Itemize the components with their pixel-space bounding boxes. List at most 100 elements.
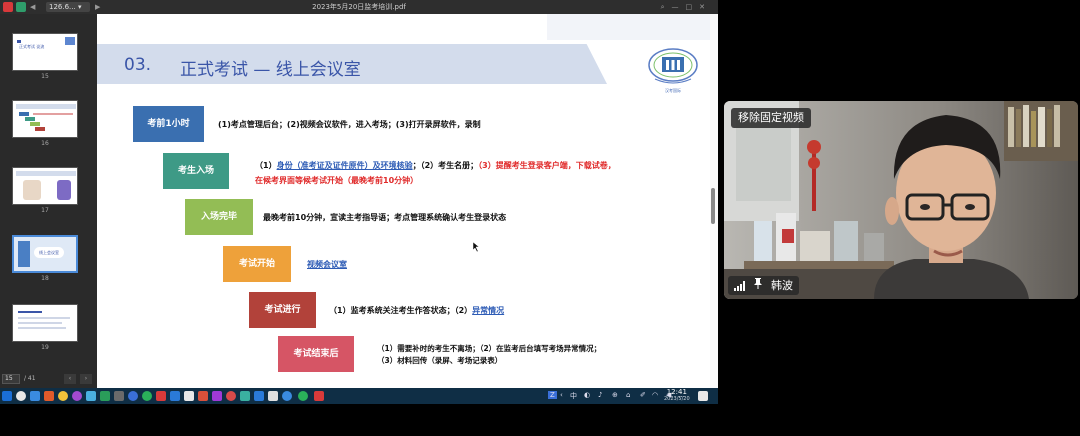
desc-link[interactable]: 身份（准考证及证件原件）及环境核验 <box>277 161 413 170</box>
participant-nameplate: 韩波 <box>728 276 799 295</box>
thumbnail-sidebar: 正式考试 议流 15 16 17 线上会议室 18 19 15 / 41 ‹ › <box>0 14 97 398</box>
thumbnail-page-18[interactable]: 线上会议室 <box>12 235 78 273</box>
page-total: / 41 <box>24 375 36 382</box>
tray-icon[interactable]: ◐ <box>584 391 590 399</box>
app-icon[interactable] <box>156 391 166 401</box>
step-candidate-entry: 考生入场 <box>163 153 229 189</box>
thumb-block <box>35 127 45 131</box>
wechat-icon[interactable] <box>142 391 152 401</box>
desc-text: (1)考点管理后台；(2)视频会议软件，进入考场；(3)打开录屏软件，录制 <box>218 120 481 129</box>
thumb-line <box>33 113 73 115</box>
thumb-line <box>18 327 66 329</box>
section-title: 正式考试 — 线上会议室 <box>180 60 361 80</box>
unpin-video-button[interactable]: 移除固定视频 <box>731 108 811 128</box>
page-number-input[interactable]: 15 <box>2 374 20 384</box>
thumb-illustration <box>57 180 71 200</box>
thumb-block <box>19 112 29 116</box>
explorer-icon[interactable] <box>30 391 40 401</box>
start-icon[interactable] <box>2 391 12 401</box>
thumb-line <box>18 317 70 319</box>
step-candidate-entry-desc-line2: 在候考界面等候考试开始（最晚考前10分钟） <box>255 174 418 187</box>
title-bar: ◀ 126.6... ▾ ▶ 2023年5月20日监考培训.pdf ⌕—□✕ <box>0 0 718 14</box>
thumb-line <box>18 322 62 324</box>
app-icon[interactable] <box>100 391 110 401</box>
app-icon[interactable] <box>86 391 96 401</box>
search-icon[interactable] <box>16 391 26 401</box>
step-before-exam-desc: (1)考点管理后台；(2)视频会议软件，进入考场；(3)打开录屏软件，录制 <box>218 118 481 131</box>
app-icon[interactable] <box>114 391 124 401</box>
thumb-illustration <box>23 180 41 200</box>
step-candidate-entry-desc: （1）身份（准考证及证件原件）及环境核验；（2）考生名册；（3）提醒考生登录客户… <box>255 159 616 172</box>
thumb-block <box>30 122 40 126</box>
document-title: 2023年5月20日监考培训.pdf <box>312 3 406 11</box>
network-icon[interactable]: ⊕ <box>612 391 618 399</box>
chevron-right-icon[interactable]: › <box>80 374 92 384</box>
page-top-margin <box>97 14 710 40</box>
scrollbar-thumb[interactable] <box>711 188 715 224</box>
institution-logo <box>648 48 698 84</box>
chevron-left-icon[interactable]: ‹ <box>64 374 76 384</box>
browser-icon[interactable] <box>58 391 68 401</box>
app-icon[interactable] <box>44 391 54 401</box>
app-icon[interactable] <box>198 391 208 401</box>
app-icon[interactable] <box>226 391 236 401</box>
section-number: 03. <box>124 55 152 75</box>
thumbnail-page-19[interactable] <box>12 304 78 342</box>
tray-icon[interactable]: ⌂ <box>626 391 630 399</box>
thumb-line <box>18 311 42 313</box>
thumbnail-page-16[interactable] <box>12 100 78 138</box>
thumb-header <box>16 171 76 176</box>
language-indicator[interactable]: 中 <box>570 391 577 401</box>
pinned-video-tile[interactable]: 移除固定视频 韩波 <box>724 101 1078 299</box>
thumb-block <box>25 117 35 121</box>
logo-caption: 汉考国际 <box>665 88 681 93</box>
step-after-exam-desc-line2: （3）材料回传（录屏、考场记录表） <box>377 354 502 367</box>
pdf-app-icon[interactable] <box>314 391 324 401</box>
desc-text: （1） <box>255 161 277 170</box>
app-icon[interactable] <box>212 391 222 401</box>
app-icon[interactable] <box>254 391 264 401</box>
vertical-scrollbar[interactable] <box>710 14 718 388</box>
thumbnail-page-17[interactable] <box>12 167 78 205</box>
taskbar: Z ‹ 中 ◐ ♪ ⊕ ⌂ ✐ ◠ ◀ … 12:41 2023/5/20 <box>0 388 718 404</box>
app-icon[interactable] <box>170 391 180 401</box>
desc-link[interactable]: 视频会议室 <box>307 260 347 269</box>
step-after-exam: 考试结束后 <box>278 336 354 372</box>
pin-icon <box>753 276 762 295</box>
desc-warning-text: （3）提醒考生登录客户端，下载试卷， <box>478 161 616 170</box>
app-icon[interactable] <box>72 391 82 401</box>
thumbnail-page-15[interactable]: 正式考试 议流 <box>12 33 78 71</box>
thumbnail-page-number: 15 <box>41 73 49 80</box>
desc-text: （3）材料回传（录屏、考场记录表） <box>377 356 503 365</box>
window-controls[interactable]: ⌕—□✕ <box>661 2 712 12</box>
app-icon[interactable] <box>184 391 194 401</box>
chevron-left-icon[interactable]: ‹ <box>560 391 563 399</box>
wifi-icon[interactable]: ◠ <box>652 391 658 399</box>
notification-icon[interactable] <box>698 391 708 401</box>
thumb-header <box>16 104 76 109</box>
thumb-text: 正式考试 议流 <box>19 44 45 49</box>
step-before-exam: 考前1小时 <box>133 106 204 142</box>
step-exam-in-progress: 考试进行 <box>249 292 316 328</box>
app-icon[interactable] <box>282 391 292 401</box>
pdf-viewer-window: ◀ 126.6... ▾ ▶ 2023年5月20日监考培训.pdf ⌕—□✕ 正… <box>0 0 718 404</box>
step-entry-complete: 入场完毕 <box>185 199 253 235</box>
app-icon[interactable] <box>268 391 278 401</box>
mouse-cursor-icon <box>473 242 480 252</box>
page-navigator: 15 / 41 ‹ › <box>0 372 97 386</box>
pdf-page: 03. 正式考试 — 线上会议室 汉考国际 考前1小时 (1)考点管理后台；(2… <box>97 14 710 388</box>
wechat-icon[interactable] <box>298 391 308 401</box>
desc-link[interactable]: 异常情况 <box>472 306 504 315</box>
step-exam-in-progress-desc: （1）监考系统关注考生作答状态；（2）异常情况 <box>329 304 504 317</box>
input-method-indicator[interactable]: Z <box>548 391 557 399</box>
app-icon[interactable] <box>240 391 250 401</box>
app-icon[interactable] <box>128 391 138 401</box>
desc-text: （1）监考系统关注考生作答状态；（2） <box>329 306 473 315</box>
clock[interactable]: 12:41 2023/5/20 <box>664 389 690 403</box>
tray-icon[interactable]: ✐ <box>640 391 646 399</box>
thumb-bullet <box>17 40 21 43</box>
clock-date: 2023/5/20 <box>664 396 690 402</box>
tray-icon[interactable]: ♪ <box>598 391 602 399</box>
thumbnail-page-number: 19 <box>41 344 49 351</box>
participant-video-feed <box>724 101 1078 299</box>
